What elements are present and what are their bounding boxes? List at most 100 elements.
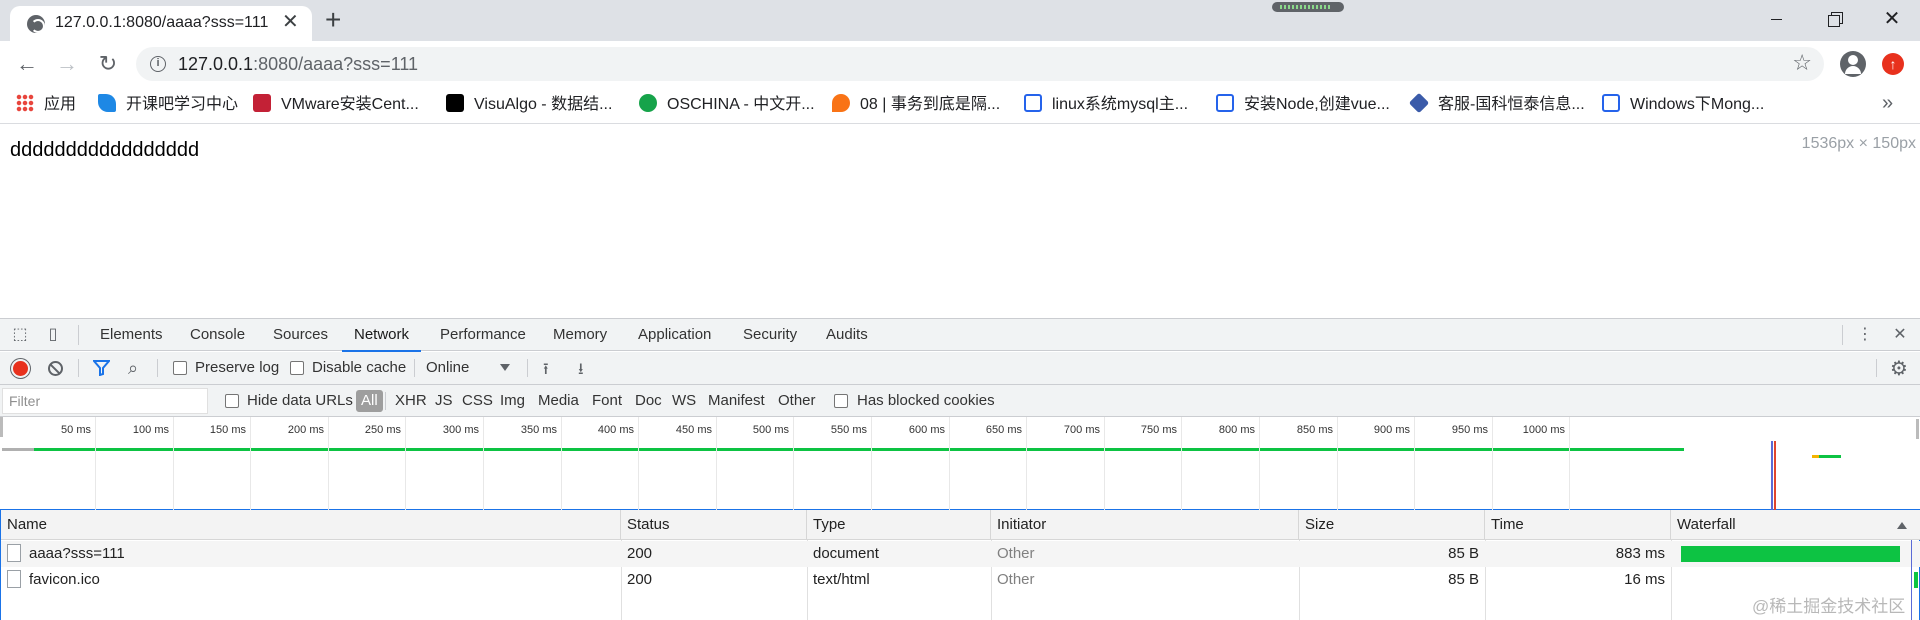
bookmark-label: 客服-国科恒泰信息... <box>1438 96 1585 113</box>
more-bookmarks-icon[interactable]: » <box>1882 92 1893 115</box>
timeline-gridline <box>1181 417 1182 510</box>
table-row[interactable]: aaaa?sss=111 200 document Other 85 B 883… <box>1 541 1920 567</box>
column-initiator[interactable]: Initiator <box>991 510 1299 540</box>
timeline-gridline <box>1259 417 1260 510</box>
column-size[interactable]: Size <box>1299 510 1485 540</box>
info-icon[interactable]: i <box>150 56 166 72</box>
timeline-gridline <box>561 417 562 510</box>
bookmark-item[interactable]: 开课吧学习中心 <box>98 94 238 116</box>
viewport-dimensions: 1536px × 150px <box>1801 135 1916 152</box>
type-filter-js[interactable]: JS <box>435 392 453 409</box>
device-toolbar-icon[interactable]: ▯ <box>44 326 62 344</box>
column-status[interactable]: Status <box>621 510 807 540</box>
update-icon[interactable]: ↑ <box>1882 53 1904 75</box>
url-text[interactable]: 127.0.0.1:8080/aaaa?sss=111 <box>178 54 418 75</box>
request-status: 200 <box>627 545 653 562</box>
more-options-icon[interactable]: ⋮ <box>1856 326 1874 344</box>
bookmark-item[interactable]: OSCHINA - 中文开... <box>639 94 815 116</box>
column-name[interactable]: Name <box>1 510 621 540</box>
tab-elements[interactable]: Elements <box>100 319 163 351</box>
overview-handle-right[interactable] <box>1916 419 1919 439</box>
browser-tab[interactable]: 127.0.0.1:8080/aaaa?sss=111 ✕ <box>10 6 312 41</box>
bookmark-item[interactable]: VMware安装Cent... <box>253 94 419 116</box>
search-icon[interactable]: ⌕ <box>128 359 138 377</box>
type-filter-img[interactable]: Img <box>500 392 525 409</box>
bookmark-item[interactable]: 安装Node,创建vue... <box>1216 94 1390 116</box>
close-window-button[interactable]: ✕ <box>1863 0 1920 38</box>
address-bar[interactable]: i 127.0.0.1:8080/aaaa?sss=111 ☆ <box>136 47 1824 81</box>
disable-cache-checkbox[interactable] <box>290 361 304 375</box>
timeline-label: 700 ms <box>1063 424 1100 436</box>
close-tab-icon[interactable]: ✕ <box>282 12 299 32</box>
bookmark-item[interactable]: 应用 <box>16 94 76 116</box>
tab-console[interactable]: Console <box>190 319 245 351</box>
export-har-icon[interactable]: ⭳ <box>578 358 584 385</box>
tab-security[interactable]: Security <box>743 319 797 351</box>
type-filter-manifest[interactable]: Manifest <box>708 392 765 409</box>
close-devtools-icon[interactable]: ✕ <box>1891 326 1909 344</box>
hide-data-urls-checkbox[interactable] <box>225 394 239 408</box>
tab-audits[interactable]: Audits <box>826 319 868 351</box>
tab-application[interactable]: Application <box>638 319 711 351</box>
chevron-down-icon[interactable] <box>500 364 510 371</box>
table-row[interactable]: favicon.ico 200 text/html Other 85 B 16 … <box>1 567 1920 593</box>
import-har-icon[interactable]: ⭱ <box>543 358 549 385</box>
bookmark-star-icon[interactable]: ☆ <box>1792 52 1812 74</box>
type-filter-other[interactable]: Other <box>778 392 816 409</box>
forward-arrow-icon[interactable]: → <box>54 51 80 77</box>
timeline-label: 1000 ms <box>1522 424 1565 436</box>
network-overview[interactable]: 50 ms 100 ms 150 ms 200 ms 250 ms 300 ms 350 m… <box>0 417 1920 559</box>
bookmark-item[interactable]: VisuAlgo - 数据结... <box>446 94 612 116</box>
tab-network[interactable]: Network <box>341 319 422 352</box>
preserve-log-checkbox[interactable] <box>173 361 187 375</box>
request-time: 883 ms <box>1615 545 1665 562</box>
type-filter-ws[interactable]: WS <box>672 392 696 409</box>
new-tab-button[interactable]: + <box>325 6 341 34</box>
type-filter-doc[interactable]: Doc <box>635 392 662 409</box>
profile-avatar-icon[interactable] <box>1840 51 1866 77</box>
settings-gear-icon[interactable]: ⚙ <box>1890 356 1908 381</box>
bookmark-item[interactable]: linux系统mysql主... <box>1024 94 1188 116</box>
geektime-icon <box>832 94 850 112</box>
timeline-gridline <box>638 417 639 510</box>
timeline-gridline <box>1414 417 1415 510</box>
overview-handle-left[interactable] <box>0 417 3 437</box>
timeline-gridline <box>405 417 406 510</box>
has-blocked-cookies-checkbox[interactable] <box>834 394 848 408</box>
type-filter-all[interactable]: All <box>356 390 383 412</box>
column-time[interactable]: Time <box>1485 510 1671 540</box>
type-filter-css[interactable]: CSS <box>462 392 493 409</box>
filter-icon[interactable] <box>93 360 110 376</box>
browser-toolbar: ← → ↻ i 127.0.0.1:8080/aaaa?sss=111 ☆ ↑ <box>0 41 1920 87</box>
bookmark-item[interactable]: Windows下Mong... <box>1602 94 1764 116</box>
tab-sources[interactable]: Sources <box>273 319 328 351</box>
document-icon <box>7 544 21 562</box>
minimize-button[interactable] <box>1747 0 1805 38</box>
timeline-gridline <box>95 417 96 510</box>
column-waterfall[interactable]: Waterfall <box>1671 510 1919 540</box>
dom-content-loaded-line <box>1771 441 1773 510</box>
cube-icon <box>1408 92 1430 114</box>
type-filter-xhr[interactable]: XHR <box>395 392 427 409</box>
clear-icon[interactable] <box>48 361 63 376</box>
request-name-text: favicon.ico <box>29 571 100 588</box>
tab-title: 127.0.0.1:8080/aaaa?sss=111 <box>55 14 269 31</box>
type-filter-media[interactable]: Media <box>538 392 579 409</box>
column-type[interactable]: Type <box>807 510 991 540</box>
tab-performance[interactable]: Performance <box>440 319 526 351</box>
restore-button[interactable] <box>1805 0 1863 38</box>
tab-memory[interactable]: Memory <box>553 319 607 351</box>
type-filter-font[interactable]: Font <box>592 392 622 409</box>
bookmark-item[interactable]: 客服-国科恒泰信息... <box>1408 92 1585 116</box>
waterfall-bar <box>1681 546 1900 562</box>
back-arrow-icon[interactable]: ← <box>14 51 40 77</box>
inspect-element-icon[interactable]: ⬚ <box>11 326 29 344</box>
bookmark-item[interactable]: 08 | 事务到底是隔... <box>832 94 1000 116</box>
throttling-select[interactable]: Online <box>426 359 469 376</box>
filter-input[interactable]: Filter <box>2 388 208 414</box>
reload-icon[interactable]: ↻ <box>95 51 121 77</box>
preserve-log-label: Preserve log <box>195 359 280 376</box>
timeline-label: 750 ms <box>1140 424 1177 436</box>
tab-strip: 127.0.0.1:8080/aaaa?sss=111 ✕ + ✕ <box>0 0 1920 41</box>
record-icon[interactable] <box>13 361 28 376</box>
